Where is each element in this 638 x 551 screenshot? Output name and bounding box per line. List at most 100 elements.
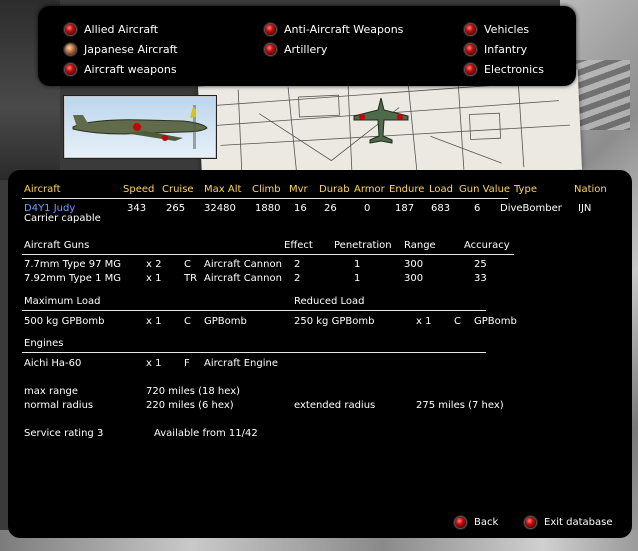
menu-anti-aircraft-weapons-label: Anti-Aircraft Weapons <box>284 22 404 36</box>
red-led-icon <box>525 517 536 528</box>
menu-artillery[interactable]: Artillery <box>265 41 327 57</box>
back-button-label: Back <box>474 517 499 528</box>
red-led-icon <box>65 23 76 35</box>
max-load-qty: x 1 <box>146 316 162 327</box>
gun-accuracy: 33 <box>474 273 487 284</box>
reduced-load-title: Reduced Load <box>294 296 365 307</box>
gun-name: 7.92mm Type 1 MG <box>24 273 121 284</box>
aircraft-photo <box>64 96 216 158</box>
reduced-load-name: 250 kg GPBomb <box>294 316 375 327</box>
value-type: DiveBomber <box>500 203 562 214</box>
header-armor: Armor <box>354 184 385 195</box>
normal-radius-value: 220 miles (6 hex) <box>146 400 234 411</box>
gun-effect: 2 <box>294 273 301 284</box>
extended-radius-value: 275 miles (7 hex) <box>416 400 504 411</box>
red-led-icon <box>265 43 276 55</box>
menu-aircraft-weapons[interactable]: Aircraft weapons <box>65 61 177 77</box>
menu-infantry[interactable]: Infantry <box>465 41 527 57</box>
max-load-title: Maximum Load <box>24 296 101 307</box>
engines-title: Engines <box>24 338 64 349</box>
guns-title: Aircraft Guns <box>24 240 90 251</box>
engine-qty: x 1 <box>146 358 162 369</box>
gun-kind: Aircraft Cannon <box>204 259 282 270</box>
aircraft-topview-icon <box>352 96 410 150</box>
red-led-icon <box>65 63 76 75</box>
extended-radius-label: extended radius <box>294 400 376 411</box>
value-durab: 26 <box>324 203 337 214</box>
header-endure: Endure <box>389 184 425 195</box>
guns-col-effect: Effect <box>284 240 313 251</box>
gun-effect: 2 <box>294 259 301 270</box>
menu-anti-aircraft-weapons[interactable]: Anti-Aircraft Weapons <box>265 21 403 37</box>
value-gun-value: 6 <box>474 203 481 214</box>
red-led-icon <box>465 23 476 35</box>
value-load: 683 <box>431 203 451 214</box>
aircraft-note: Carrier capable <box>24 213 101 224</box>
guns-col-penetration: Penetration <box>334 240 392 251</box>
engine-pos: F <box>184 358 190 369</box>
gun-accuracy: 25 <box>474 259 487 270</box>
loads-divider <box>22 310 486 311</box>
max-range-label: max range <box>24 386 79 397</box>
header-cruise: Cruise <box>162 184 194 195</box>
normal-radius-label: normal radius <box>24 400 94 411</box>
header-durab: Durab <box>319 184 350 195</box>
guns-col-accuracy: Accuracy <box>464 240 510 251</box>
menu-vehicles[interactable]: Vehicles <box>465 21 529 37</box>
value-cruise: 265 <box>166 203 186 214</box>
guns-divider <box>22 254 514 255</box>
guns-col-range: Range <box>404 240 436 251</box>
menu-vehicles-label: Vehicles <box>484 22 530 36</box>
exit-database-button[interactable]: Exit database <box>525 517 612 528</box>
menu-japanese-aircraft-label: Japanese Aircraft <box>84 42 178 56</box>
value-armor: 0 <box>364 203 371 214</box>
value-mvr: 16 <box>294 203 307 214</box>
header-gun-value: Gun Value <box>459 184 511 195</box>
gun-range: 300 <box>404 259 424 270</box>
gun-qty: x 2 <box>146 259 162 270</box>
menu-infantry-label: Infantry <box>484 42 528 56</box>
header-load: Load <box>429 184 453 195</box>
menu-japanese-aircraft[interactable]: Japanese Aircraft <box>65 41 178 57</box>
header-max-alt: Max Alt <box>204 184 242 195</box>
menu-aircraft-weapons-label: Aircraft weapons <box>84 62 177 76</box>
gun-qty: x 1 <box>146 273 162 284</box>
header-speed: Speed <box>123 184 155 195</box>
reduced-load-kind: GPBomb <box>474 316 517 327</box>
menu-electronics-label: Electronics <box>484 62 544 76</box>
gun-name: 7.7mm Type 97 MG <box>24 259 121 270</box>
max-load-pos: C <box>184 316 191 327</box>
header-aircraft: Aircraft <box>24 184 61 195</box>
gun-penetration: 1 <box>354 259 361 270</box>
value-endure: 187 <box>395 203 415 214</box>
available-from: Available from 11/42 <box>154 428 258 439</box>
max-load-kind: GPBomb <box>204 316 247 327</box>
gun-penetration: 1 <box>354 273 361 284</box>
header-nation: Nation <box>574 184 607 195</box>
max-load-name: 500 kg GPBomb <box>24 316 105 327</box>
engine-name: Aichi Ha-60 <box>24 358 82 369</box>
engines-divider <box>22 352 486 353</box>
gun-pos: C <box>184 259 191 270</box>
menu-allied-aircraft[interactable]: Allied Aircraft <box>65 21 158 37</box>
header-divider <box>22 198 508 199</box>
active-led-icon <box>65 43 76 55</box>
max-range-value: 720 miles (18 hex) <box>146 386 241 397</box>
gun-kind: Aircraft Cannon <box>204 273 282 284</box>
service-rating: Service rating 3 <box>24 428 104 439</box>
menu-electronics[interactable]: Electronics <box>465 61 544 77</box>
red-led-icon <box>265 23 276 35</box>
reduced-load-pos: C <box>454 316 461 327</box>
menu-allied-aircraft-label: Allied Aircraft <box>84 22 159 36</box>
reduced-load-qty: x 1 <box>416 316 432 327</box>
gun-range: 300 <box>404 273 424 284</box>
value-nation: IJN <box>578 203 592 214</box>
value-climb: 1880 <box>255 203 281 214</box>
value-speed: 343 <box>127 203 147 214</box>
engine-kind: Aircraft Engine <box>204 358 278 369</box>
gun-pos: TR <box>184 273 198 284</box>
exit-database-button-label: Exit database <box>544 517 613 528</box>
aircraft-data-panel <box>8 170 632 538</box>
red-led-icon <box>465 63 476 75</box>
back-button[interactable]: Back <box>455 517 498 528</box>
